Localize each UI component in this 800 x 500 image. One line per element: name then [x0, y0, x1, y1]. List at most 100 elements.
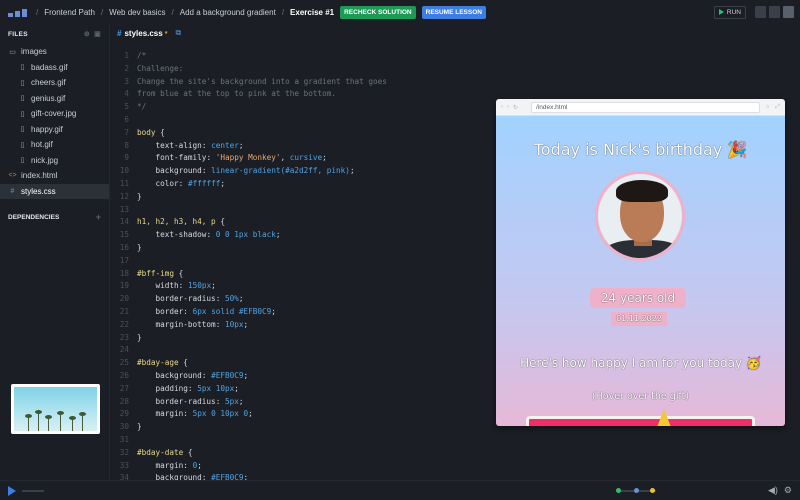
breadcrumb-web-dev-basics[interactable]: Web dev basics	[109, 8, 165, 17]
bff-image	[595, 171, 685, 261]
play-icon[interactable]	[8, 486, 16, 496]
file-icon: ▯	[20, 110, 25, 118]
run-button[interactable]: RUN	[713, 6, 746, 19]
tab-label: styles.css	[124, 28, 163, 38]
breadcrumb-separator: /	[36, 7, 39, 17]
code-comment: Challenge:	[137, 63, 184, 73]
layout-left-icon[interactable]	[755, 6, 766, 18]
file-happy[interactable]: ▯ happy.gif	[0, 122, 109, 138]
play-icon	[718, 9, 724, 16]
file-label: genius.gif	[31, 93, 66, 103]
line-number: 9	[124, 153, 129, 163]
console-icon[interactable]: ⌂	[766, 104, 770, 111]
file-cheers[interactable]: ▯ cheers.gif	[0, 75, 109, 91]
file-index-html[interactable]: <> index.html	[0, 168, 109, 184]
css-selector: #bff-img	[137, 268, 175, 278]
gift-box[interactable]	[526, 409, 755, 426]
scrimba-logo-icon[interactable]	[8, 7, 30, 17]
add-dependency-icon[interactable]: +	[96, 212, 101, 222]
css-value: 0 0 1px black	[215, 230, 276, 240]
css-property: color	[155, 178, 179, 188]
file-styles-css[interactable]: # styles.css	[0, 183, 109, 199]
marker-dot[interactable]	[616, 488, 621, 493]
line-number: 4	[124, 89, 129, 99]
line-number: 1	[124, 51, 129, 60]
code-comment: from blue at the top to pink at the bott…	[137, 89, 337, 99]
editor-tabs: # styles.css * ⧉	[111, 24, 800, 42]
file-hot[interactable]: ▯ hot.gif	[0, 137, 109, 153]
volume-icon[interactable]: ◀)	[768, 485, 778, 496]
code-lines: 1 /* 2 Challenge: 3 Change the site's backg…	[111, 50, 387, 485]
css-file-icon: #	[117, 28, 122, 38]
css-property: text-shadow	[155, 230, 207, 240]
code-comment: Change the site's background into a grad…	[137, 76, 387, 86]
tab-styles-css[interactable]: # styles.css *	[117, 29, 167, 38]
player-bar: ◀) ⚙	[0, 480, 800, 500]
folder-images[interactable]: ▭ images	[0, 44, 109, 60]
browser-preview[interactable]: ‹ › ↻ /index.html ⌂ ⤢ Today is Nick's bi…	[496, 99, 785, 426]
file-label: index.html	[21, 171, 58, 181]
preview-url-bar[interactable]: /index.html	[531, 101, 760, 113]
dependencies-header[interactable]: DEPENDENCIES +	[0, 207, 109, 227]
dependencies-label: DEPENDENCIES	[8, 213, 60, 221]
code-comment: */	[137, 102, 147, 112]
folder-label: images	[21, 47, 47, 57]
line-number: 13	[119, 204, 129, 214]
file-badass[interactable]: ▯ badass.gif	[0, 60, 109, 76]
file-genius[interactable]: ▯ genius.gif	[0, 91, 109, 107]
timeline-markers[interactable]	[616, 488, 656, 493]
css-selector: #bday-date	[137, 447, 184, 457]
new-tab-icon[interactable]: ⧉	[175, 28, 181, 38]
file-gift-cover[interactable]: ▯ gift-cover.jpg	[0, 106, 109, 122]
css-value: linear-gradient(#a2d2ff, pink)	[211, 166, 350, 176]
css-selector: body	[137, 127, 156, 137]
progress-track[interactable]	[22, 490, 44, 492]
line-number: 23	[119, 332, 129, 342]
css-value: 5px	[224, 396, 239, 406]
file-label: happy.gif	[31, 124, 63, 134]
layout-preview-icon[interactable]	[783, 6, 794, 18]
file-icon: ▯	[20, 157, 25, 165]
css-property: text-align	[155, 140, 202, 150]
line-number: 2	[124, 63, 129, 73]
breadcrumb-lesson[interactable]: Add a background gradient	[180, 8, 276, 17]
run-label: RUN	[726, 9, 741, 16]
bday-date: 01.11.2022	[611, 312, 667, 326]
file-nick[interactable]: ▯ nick.jpg	[0, 153, 109, 169]
new-folder-icon[interactable]: ▣	[94, 30, 101, 38]
recheck-solution-button[interactable]: RECHECK SOLUTION	[340, 5, 416, 19]
code-comment: /*	[137, 51, 147, 60]
css-string: 'Happy Monkey'	[215, 153, 281, 163]
settings-icon[interactable]: ⚙	[784, 485, 792, 496]
bday-age: 24 years old	[590, 288, 686, 308]
css-value: center	[211, 140, 239, 150]
css-selector: h1, h2, h3, h4, p	[137, 217, 216, 227]
layout-split-icon[interactable]	[769, 6, 780, 18]
css-property: border-radius	[155, 396, 216, 406]
css-property: border	[155, 306, 184, 316]
css-property: width	[155, 281, 179, 291]
html-file-icon: <>	[8, 172, 17, 180]
forward-icon[interactable]: ›	[507, 104, 509, 111]
file-icon: ▯	[20, 64, 25, 72]
resume-lesson-button[interactable]: RESUME LESSON	[421, 5, 486, 19]
marker-dot[interactable]	[634, 488, 639, 493]
marker-dot[interactable]	[650, 488, 655, 493]
line-number: 3	[124, 76, 129, 86]
line-number: 30	[119, 422, 129, 432]
scrim-thumbnail[interactable]	[11, 384, 100, 434]
css-value: cursive	[289, 153, 323, 163]
line-number: 21	[119, 306, 129, 316]
css-value: 6px solid #EFB0C9	[192, 306, 272, 316]
new-file-icon[interactable]: ⊕	[84, 30, 90, 38]
file-label: nick.jpg	[31, 155, 59, 165]
line-number: 19	[119, 281, 129, 291]
css-value: 5px 0 10px 0	[192, 409, 249, 419]
files-header: FILES ⊕ ▣	[0, 24, 109, 44]
reload-icon[interactable]: ↻	[513, 104, 518, 111]
file-label: styles.css	[21, 186, 56, 196]
breadcrumb-frontend-path[interactable]: Frontend Path	[44, 8, 95, 17]
expand-icon[interactable]: ⤢	[775, 104, 780, 111]
preview-toolbar: ‹ › ↻ /index.html ⌂ ⤢	[496, 99, 785, 116]
back-icon[interactable]: ‹	[501, 104, 503, 111]
